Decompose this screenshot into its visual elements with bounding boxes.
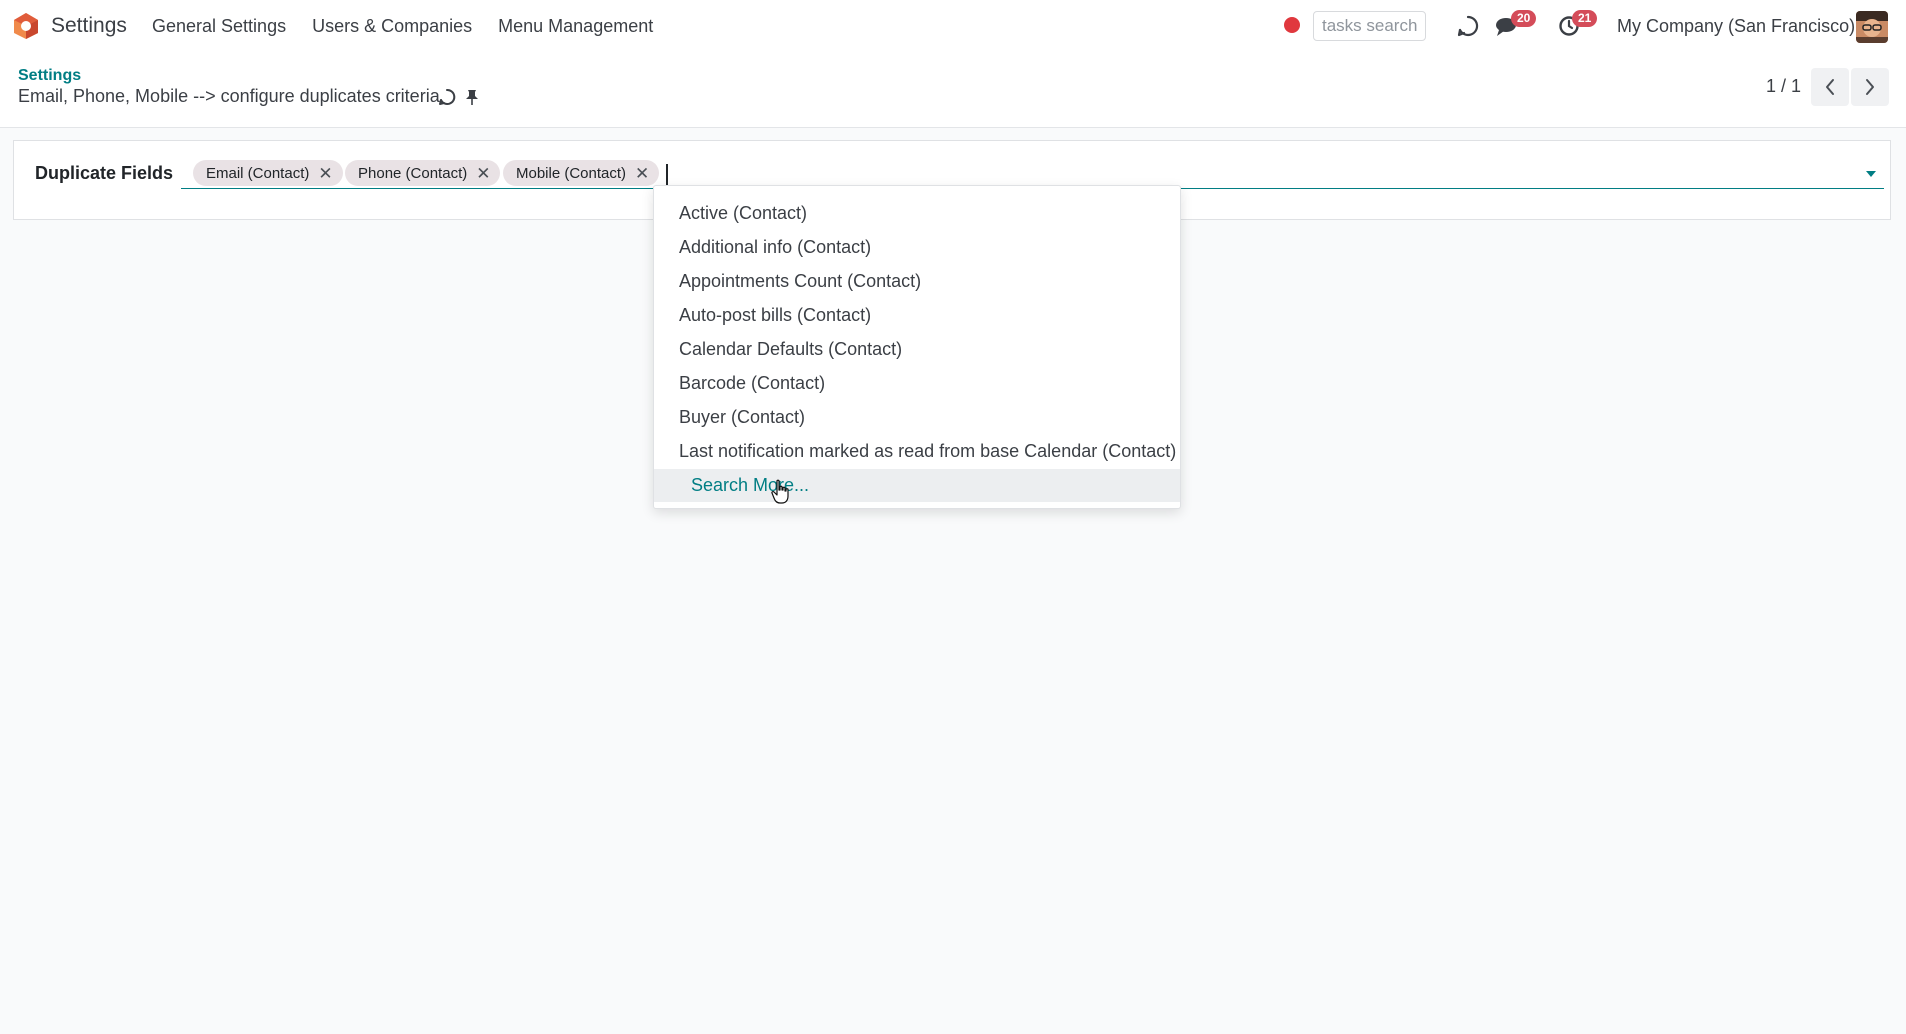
tag-phone-contact: Phone (Contact) ✕	[345, 160, 501, 186]
app-name[interactable]: Settings	[51, 14, 127, 38]
dropdown-option-buyer[interactable]: Buyer (Contact)	[654, 401, 1180, 435]
top-navbar: Settings General Settings Users & Compan…	[0, 0, 1906, 52]
pin-icon[interactable]	[465, 89, 479, 106]
page-title: Email, Phone, Mobile --> configure dupli…	[18, 86, 440, 106]
dropdown-option-appointments-count[interactable]: Appointments Count (Contact)	[654, 265, 1180, 299]
dropdown-option-barcode[interactable]: Barcode (Contact)	[654, 367, 1180, 401]
breadcrumb[interactable]: Settings	[18, 67, 81, 85]
close-icon[interactable]: ✕	[635, 165, 649, 182]
text-caret	[666, 164, 668, 186]
autocomplete-dropdown: Active (Contact) Additional info (Contac…	[653, 185, 1181, 509]
tasks-search-input[interactable]	[1313, 11, 1426, 41]
company-switcher[interactable]: My Company (San Francisco)	[1617, 16, 1855, 37]
messages-badge: 20	[1511, 10, 1537, 27]
dropdown-option-additional-info[interactable]: Additional info (Contact)	[654, 231, 1180, 265]
main-menu: General Settings Users & Companies Menu …	[152, 16, 653, 37]
menu-menu-management[interactable]: Menu Management	[498, 16, 653, 37]
avatar[interactable]	[1856, 11, 1888, 43]
dropdown-option-calendar-defaults[interactable]: Calendar Defaults (Contact)	[654, 333, 1180, 367]
duplicate-fields-label: Duplicate Fields	[35, 163, 174, 183]
pager-previous-button[interactable]	[1811, 68, 1849, 106]
search-more-option[interactable]: Search More...	[654, 469, 1180, 502]
dropdown-option-last-notification[interactable]: Last notification marked as read from ba…	[654, 435, 1180, 469]
tag-mobile-contact: Mobile (Contact) ✕	[503, 160, 660, 186]
dropdown-option-active[interactable]: Active (Contact)	[654, 197, 1180, 231]
control-panel: Settings Email, Phone, Mobile --> config…	[0, 52, 1906, 128]
tag-label: Mobile (Contact)	[516, 164, 627, 182]
tag-label: Phone (Contact)	[358, 164, 468, 182]
pointer-hand-icon	[771, 479, 789, 504]
odoo-logo-icon[interactable]	[12, 12, 40, 40]
activities-badge: 21	[1572, 10, 1598, 27]
caret-down-icon[interactable]	[1866, 171, 1876, 177]
dropdown-option-auto-post-bills[interactable]: Auto-post bills (Contact)	[654, 299, 1180, 333]
close-icon[interactable]: ✕	[476, 165, 490, 182]
tag-label: Email (Contact)	[206, 164, 310, 182]
pager-value[interactable]: 1 / 1	[1766, 76, 1801, 97]
tag-email-contact: Email (Contact) ✕	[193, 160, 343, 186]
pager-next-button[interactable]	[1851, 68, 1889, 106]
chevron-right-icon	[1866, 79, 1874, 95]
close-icon[interactable]: ✕	[318, 165, 332, 182]
menu-general-settings[interactable]: General Settings	[152, 16, 286, 37]
chevron-left-icon	[1826, 79, 1834, 95]
menu-users-companies[interactable]: Users & Companies	[312, 16, 472, 37]
recording-indicator[interactable]	[1284, 17, 1300, 33]
gear-icon[interactable]	[438, 88, 456, 106]
discuss-refresh-icon[interactable]	[1456, 14, 1480, 38]
